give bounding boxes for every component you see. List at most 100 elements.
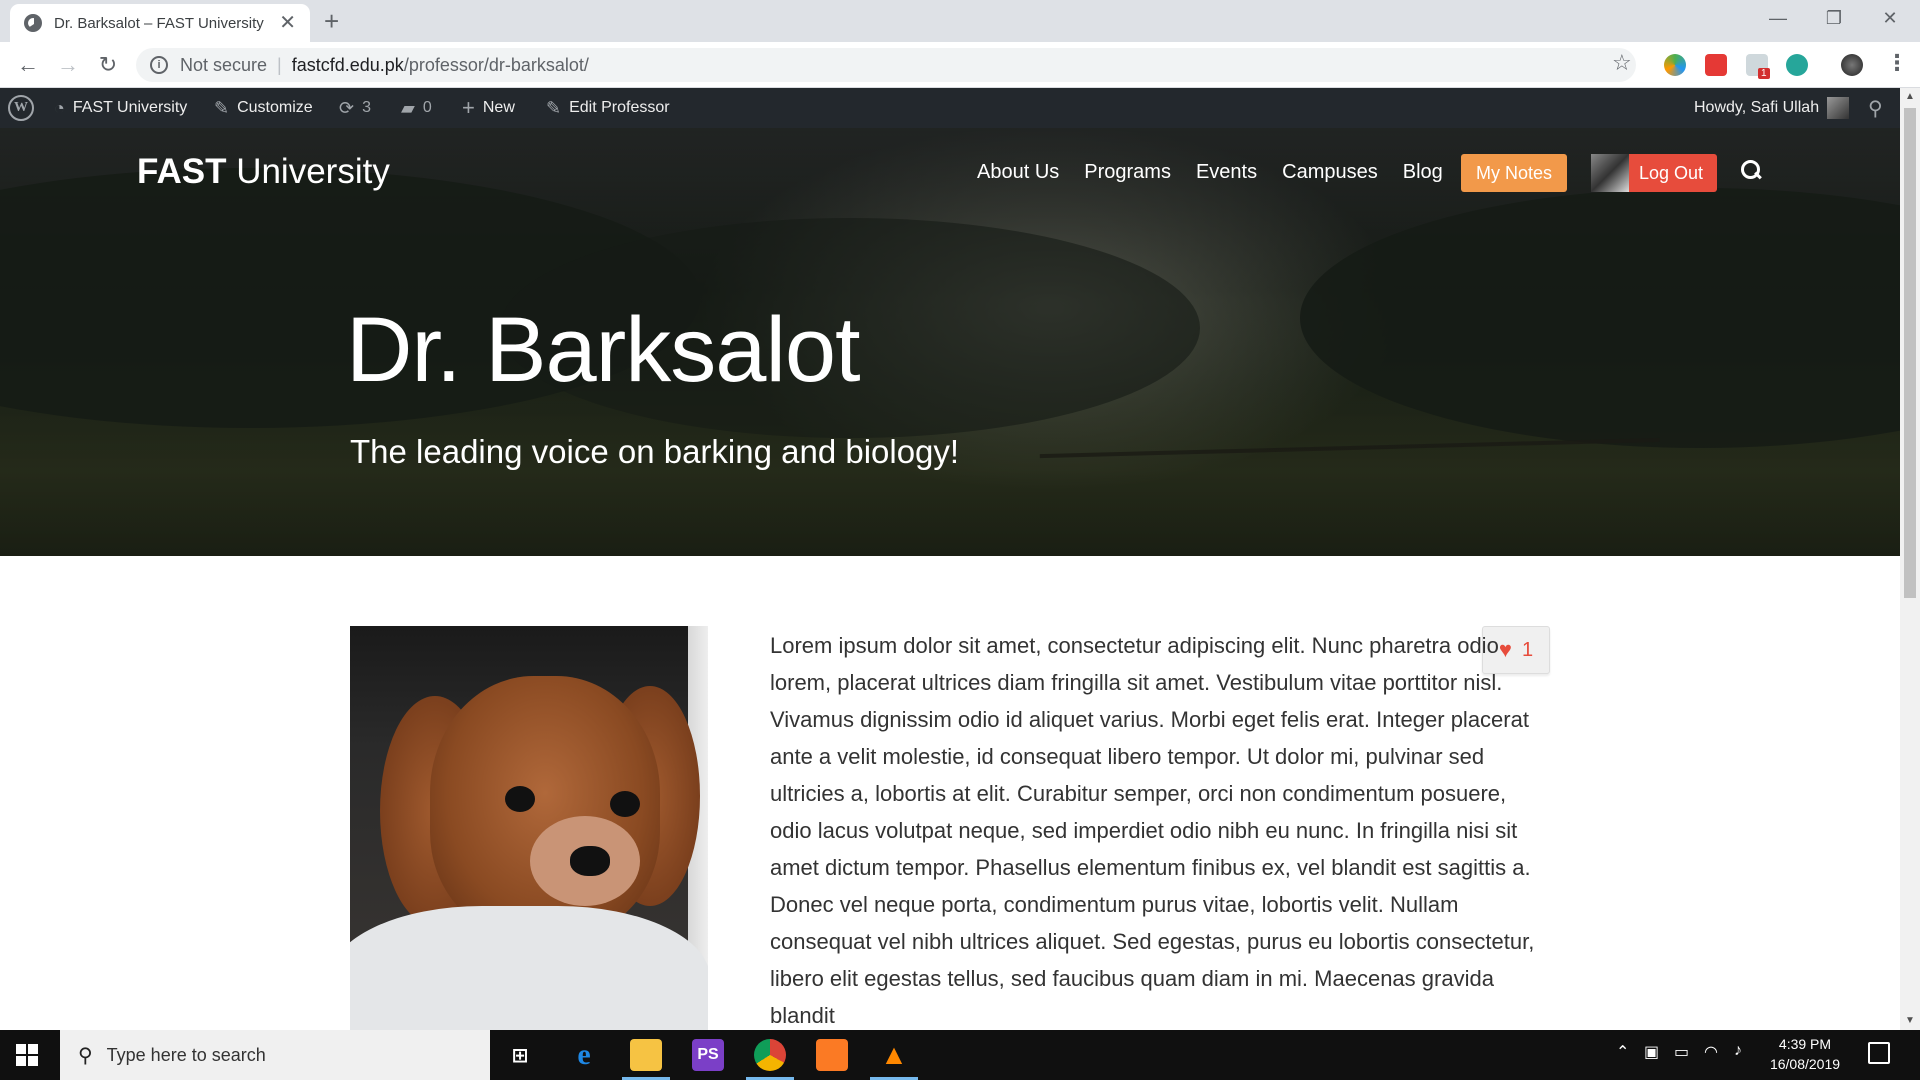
new-tab-button[interactable]: + <box>324 6 339 36</box>
reload-button[interactable]: ↻ <box>92 50 124 80</box>
portrait-dog-eye <box>610 791 640 817</box>
globe-icon <box>24 14 42 32</box>
professor-bio: Lorem ipsum dolor sit amet, consectetur … <box>770 633 1535 1028</box>
logo-bold: FAST <box>137 152 227 191</box>
my-account-menu[interactable]: Howdy, Safi Ullah <box>1694 88 1850 128</box>
banner-fence <box>1039 437 1661 481</box>
edit-professor-label: Edit Professor <box>569 99 670 116</box>
vlc-icon[interactable]: ▲ <box>878 1039 910 1071</box>
tray-app-icon[interactable]: ▣ <box>1644 1042 1659 1062</box>
scroll-down-arrow[interactable]: ▼ <box>1900 1012 1920 1030</box>
taskbar-search-box[interactable]: ⚲ Type here to search <box>60 1030 490 1080</box>
customize-label: Customize <box>237 99 313 116</box>
nav-events[interactable]: Events <box>1196 161 1257 184</box>
search-icon: ⚲ <box>1868 97 1883 120</box>
comments-link[interactable]: ▰ 0 <box>401 88 432 128</box>
search-icon[interactable] <box>1741 160 1763 182</box>
search-icon: ⚲ <box>78 1044 93 1067</box>
back-button[interactable]: ← <box>12 50 44 80</box>
site-name-menu[interactable]: ◔ FAST University <box>54 88 187 128</box>
log-out-label: Log Out <box>1639 162 1704 183</box>
brush-icon: ✎ <box>214 97 230 118</box>
comment-icon: ▰ <box>401 97 415 118</box>
professor-portrait <box>350 626 708 1030</box>
wifi-icon[interactable]: ◠ <box>1704 1042 1718 1062</box>
updates-icon: ⟳ <box>339 97 355 118</box>
page-title: Dr. Barksalot <box>346 299 861 401</box>
wordpress-icon: W <box>8 95 34 121</box>
customize-link[interactable]: ✎ Customize <box>214 88 313 128</box>
main-navigation: About Us Programs Events Campuses Blog <box>977 150 1468 194</box>
chrome-icon[interactable] <box>754 1039 786 1071</box>
page-subtitle: The leading voice on barking and biology… <box>350 433 960 470</box>
portrait-dog-eye <box>505 786 535 812</box>
scrollbar-thumb[interactable] <box>1904 108 1916 598</box>
tab-title: Dr. Barksalot – FAST University <box>54 14 264 32</box>
user-avatar <box>1591 154 1629 192</box>
battery-icon[interactable]: ▭ <box>1674 1042 1689 1062</box>
address-bar[interactable]: i Not secure | fastcfd.edu.pk/professor/… <box>136 48 1636 82</box>
browser-tab-strip: Dr. Barksalot – FAST University ✕ + — ❐ … <box>0 0 1920 42</box>
task-view-icon[interactable]: ⊞ <box>504 1039 536 1071</box>
taskbar-clock[interactable]: 4:39 PM 16/08/2019 <box>1760 1034 1850 1074</box>
profile-avatar[interactable] <box>1841 54 1863 76</box>
log-out-button[interactable]: Log Out <box>1591 154 1717 192</box>
nav-about-us[interactable]: About Us <box>977 161 1059 184</box>
browser-toolbar: ← → ↻ i Not secure | fastcfd.edu.pk/prof… <box>0 42 1920 88</box>
logo-light: University <box>236 152 390 191</box>
portrait-cushion <box>350 906 708 1030</box>
file-explorer-icon[interactable] <box>630 1039 662 1071</box>
maximize-button[interactable]: ❐ <box>1806 4 1862 32</box>
security-status: Not secure <box>180 54 268 75</box>
extension-icon[interactable] <box>1664 54 1686 76</box>
site-name-label: FAST University <box>72 99 188 116</box>
wp-logo-menu[interactable]: W <box>8 88 34 128</box>
pencil-icon: ✎ <box>546 97 562 118</box>
close-tab-icon[interactable]: ✕ <box>279 13 296 33</box>
browser-tab[interactable]: Dr. Barksalot – FAST University ✕ <box>10 4 310 42</box>
wp-admin-bar: W ◔ FAST University ✎ Customize ⟳ 3 ▰ 0 … <box>0 88 1900 128</box>
clock-date: 16/08/2019 <box>1769 1056 1841 1072</box>
clock-time: 4:39 PM <box>1778 1036 1832 1052</box>
banner-hill <box>1300 188 1900 448</box>
windows-taskbar: ⚲ Type here to search ⊞ e PS ▲ ⌃ ▣ ▭ ◠ ♪… <box>0 1030 1920 1080</box>
forward-button[interactable]: → <box>52 50 84 80</box>
dashboard-icon: ◔ <box>54 97 65 118</box>
phpstorm-icon[interactable]: PS <box>692 1039 724 1071</box>
new-content-menu[interactable]: + New <box>462 88 515 128</box>
admin-search[interactable]: ⚲ <box>1868 88 1891 128</box>
browser-menu-icon[interactable]: ⋮ <box>1886 50 1908 76</box>
extension-icon[interactable] <box>1786 54 1808 76</box>
portrait-dog-nose <box>570 846 610 876</box>
xampp-icon[interactable] <box>816 1039 848 1071</box>
nav-campuses[interactable]: Campuses <box>1282 161 1378 184</box>
taskbar-search-placeholder: Type here to search <box>106 1044 266 1065</box>
updates-link[interactable]: ⟳ 3 <box>339 88 371 128</box>
notifications-icon[interactable] <box>1868 1042 1890 1064</box>
url-separator: | <box>277 54 282 75</box>
comments-count: 0 <box>422 99 432 116</box>
page-scrollbar[interactable]: ▲ ▼ <box>1900 88 1920 1030</box>
new-label: New <box>482 99 515 116</box>
tray-chevron-icon[interactable]: ⌃ <box>1616 1042 1629 1062</box>
nav-programs[interactable]: Programs <box>1084 161 1171 184</box>
url-path: /professor/dr-barksalot/ <box>403 54 589 75</box>
user-avatar <box>1827 97 1850 119</box>
url-host: fastcfd.edu.pk <box>291 54 404 75</box>
edit-professor-link[interactable]: ✎ Edit Professor <box>546 88 670 128</box>
site-logo[interactable]: FAST University <box>137 148 390 196</box>
my-notes-button[interactable]: My Notes <box>1461 154 1567 192</box>
info-icon[interactable]: i <box>150 56 168 74</box>
minimize-button[interactable]: — <box>1750 4 1806 32</box>
close-window-button[interactable]: ✕ <box>1862 4 1918 32</box>
scroll-up-arrow[interactable]: ▲ <box>1900 88 1920 106</box>
windows-start-icon[interactable] <box>16 1044 38 1066</box>
howdy-label: Howdy, Safi Ullah <box>1694 99 1820 116</box>
extension-icon[interactable] <box>1705 54 1727 76</box>
edge-icon[interactable]: e <box>568 1038 600 1071</box>
nav-blog[interactable]: Blog <box>1403 161 1443 184</box>
bookmark-star-icon[interactable]: ☆ <box>1612 50 1632 76</box>
extension-badge: 1 <box>1758 68 1770 79</box>
updates-count: 3 <box>362 99 371 116</box>
volume-icon[interactable]: ♪ <box>1734 1042 1742 1060</box>
